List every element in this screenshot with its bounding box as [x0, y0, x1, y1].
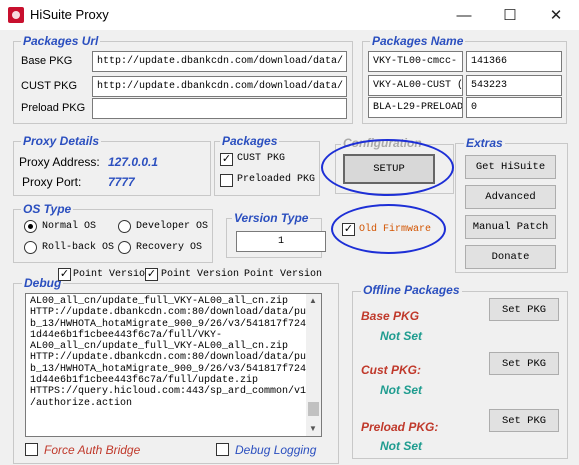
- proxy-details-legend: Proxy Details: [21, 134, 102, 148]
- packages-group: [214, 141, 320, 196]
- cust-pkg-checkbox[interactable]: ✓: [220, 153, 233, 166]
- cust-pkg-name-input[interactable]: VKY-AL00-CUST (: [368, 75, 463, 96]
- base-pkg-url-input[interactable]: http://update.dbankcdn.com/download/data…: [92, 51, 347, 72]
- debug-log-textarea[interactable]: AL00_all_cn/update_full_VKY-AL00_all_cn.…: [25, 293, 322, 437]
- os-type-legend: OS Type: [21, 202, 74, 216]
- scroll-thumb[interactable]: [308, 402, 319, 416]
- proxy-address-value: 127.0.0.1: [108, 155, 159, 169]
- cust-pkg-url-input[interactable]: http://update.dbankcdn.com/download/data…: [92, 76, 347, 97]
- developer-os-radio[interactable]: [118, 220, 131, 233]
- proxy-port-value: 7777: [108, 175, 135, 189]
- point-version-label-3: Point Version: [244, 269, 323, 280]
- debug-log-scrollbar[interactable]: ▲ ▼: [306, 294, 321, 436]
- developer-os-label: Developer OS: [136, 221, 209, 232]
- preload-pkg-id-input[interactable]: 0: [466, 97, 562, 118]
- os-type-group: [13, 209, 213, 263]
- preloaded-pkg-checkbox-label: Preloaded PKG: [237, 174, 316, 185]
- advanced-button[interactable]: Advanced: [465, 185, 556, 209]
- cust-pkg-checkbox-label: CUST PKG: [237, 153, 286, 164]
- maximize-button[interactable]: ☐: [487, 0, 533, 30]
- offline-packages-legend: Offline Packages: [361, 283, 462, 297]
- packages-url-legend: Packages Url: [21, 34, 101, 48]
- preload-pkg-label: Preload PKG: [21, 102, 86, 114]
- force-auth-bridge-label: Force Auth Bridge: [44, 443, 141, 457]
- base-pkg-name-input[interactable]: VKY-TL00-cmcc-: [368, 51, 463, 72]
- point-version-checkbox-1[interactable]: ✓: [58, 268, 71, 281]
- version-type-input[interactable]: 1: [236, 231, 326, 252]
- preloaded-pkg-checkbox[interactable]: [220, 174, 233, 187]
- window-title: HiSuite Proxy: [30, 7, 109, 22]
- proxy-address-label: Proxy Address:: [19, 155, 100, 169]
- cust-pkg-id-input[interactable]: 543223: [466, 75, 562, 96]
- point-version-checkbox-2[interactable]: ✓: [145, 268, 158, 281]
- minimize-button[interactable]: —: [441, 0, 487, 30]
- offline-base-pkg-label: Base PKG: [361, 309, 420, 323]
- debug-logging-label: Debug Logging: [235, 443, 317, 457]
- extras-legend: Extras: [464, 136, 505, 150]
- setup-annotation-circle: [321, 139, 454, 196]
- set-preload-pkg-button[interactable]: Set PKG: [489, 409, 559, 432]
- app-icon: [8, 7, 24, 23]
- version-type-legend: Version Type: [232, 211, 311, 225]
- offline-cust-pkg-label: Cust PKG:: [361, 363, 421, 377]
- offline-preload-pkg-status: Not Set: [380, 439, 422, 453]
- old-firmware-annotation-circle: [331, 204, 446, 254]
- point-version-label-1: Point Version: [73, 269, 145, 280]
- rollback-os-label: Roll-back OS: [42, 242, 115, 253]
- preload-pkg-url-input[interactable]: [92, 98, 347, 119]
- recovery-os-radio[interactable]: [118, 241, 131, 254]
- preload-pkg-name-input[interactable]: BLA-L29-PRELOAD: [368, 97, 463, 118]
- force-auth-bridge-checkbox[interactable]: [25, 443, 38, 456]
- offline-base-pkg-status: Not Set: [380, 329, 422, 343]
- point-version-label-2: Point Version: [161, 269, 240, 280]
- get-hisuite-button[interactable]: Get HiSuite: [465, 155, 556, 179]
- normal-os-radio[interactable]: [24, 220, 37, 233]
- rollback-os-radio[interactable]: [24, 241, 37, 254]
- scroll-down-icon[interactable]: ▼: [309, 424, 317, 433]
- set-base-pkg-button[interactable]: Set PKG: [489, 298, 559, 321]
- scroll-up-icon[interactable]: ▲: [309, 296, 317, 305]
- normal-os-label: Normal OS: [42, 221, 97, 232]
- title-bar: HiSuite Proxy — ☐ ✕: [0, 0, 579, 30]
- cust-pkg-label: CUST PKG: [21, 80, 78, 92]
- offline-preload-pkg-label: Preload PKG:: [361, 420, 439, 434]
- set-cust-pkg-button[interactable]: Set PKG: [489, 352, 559, 375]
- manual-patch-button[interactable]: Manual Patch: [465, 215, 556, 239]
- proxy-port-label: Proxy Port:: [22, 175, 82, 189]
- base-pkg-label: Base PKG: [21, 55, 73, 67]
- close-button[interactable]: ✕: [533, 0, 579, 30]
- recovery-os-label: Recovery OS: [136, 242, 203, 253]
- base-pkg-id-input[interactable]: 141366: [466, 51, 562, 72]
- packages-name-legend: Packages Name: [370, 34, 466, 48]
- offline-cust-pkg-status: Not Set: [380, 383, 422, 397]
- packages-legend: Packages: [220, 134, 280, 148]
- debug-logging-checkbox[interactable]: [216, 443, 229, 456]
- donate-button[interactable]: Donate: [465, 245, 556, 269]
